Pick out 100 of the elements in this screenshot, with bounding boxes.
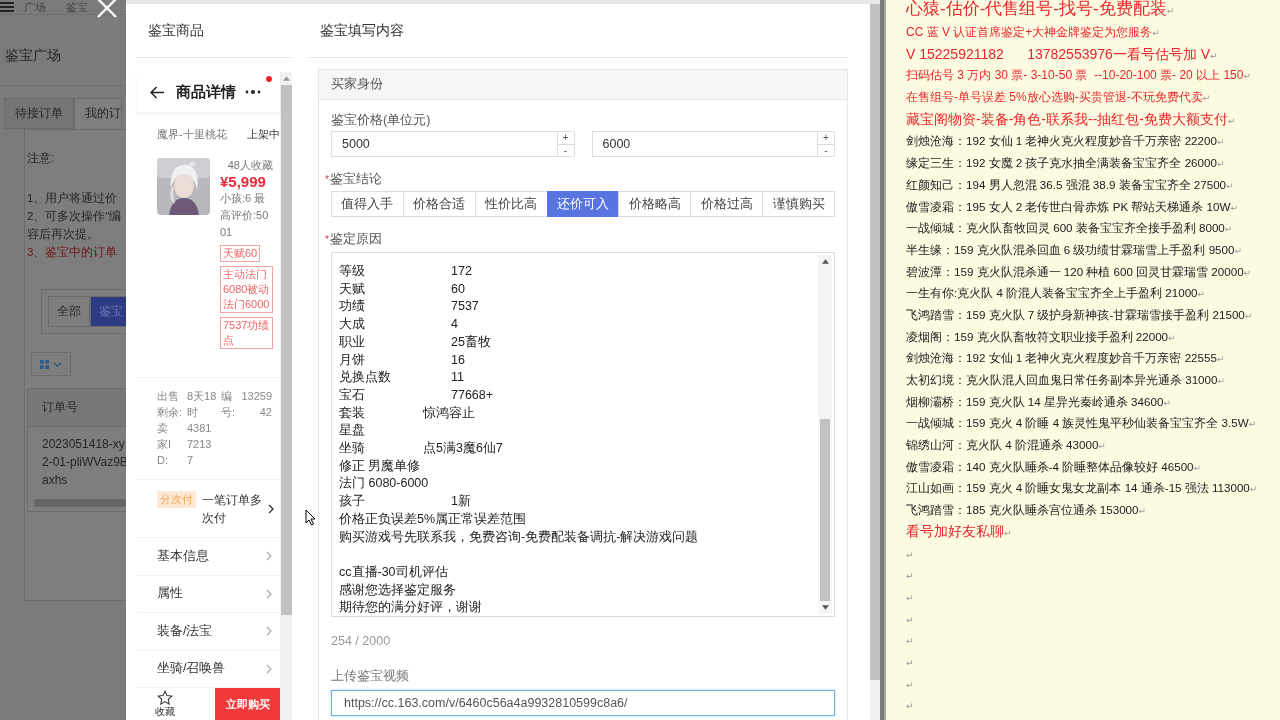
note-line: 红颜知己：194 男人忽混 36.5 强混 38.9 装备宝宝齐全 27500	[906, 177, 1227, 191]
text-line: 功绩 7537	[339, 298, 479, 316]
paragraph-mark: ↵	[1210, 50, 1218, 61]
panel-title: 鉴宝商品	[137, 4, 292, 58]
note-line: 傲雪凌霜：195 女人 2 老传世白骨赤炼 PK 帮站天梯通杀 10W	[906, 199, 1231, 213]
decrement-button[interactable]: -	[557, 144, 574, 157]
notice-text: 容后再次提。	[27, 227, 100, 242]
option-button[interactable]: 性价比高	[474, 191, 548, 217]
star-icon	[157, 690, 173, 706]
increment-button[interactable]: +	[557, 132, 574, 144]
tag: 天赋60	[220, 245, 261, 262]
paragraph-mark: ↵	[906, 701, 914, 712]
paragraph-mark: ↵	[1216, 159, 1225, 170]
note-line: 藏宝阁物资-装备-角色-联系我--抽红包-免费大额支付	[906, 110, 1228, 127]
notice-text: 2、可多次操作“编	[27, 209, 123, 224]
note-line: 剑烛沧海：192 女仙 1 老神火克火程度妙音千万亲密 22200	[906, 134, 1217, 148]
paragraph-mark: ↵	[1217, 376, 1225, 386]
caret-down-icon	[53, 359, 62, 369]
menu-icon[interactable]	[0, 2, 14, 12]
installment-row[interactable]: 分次付 一笔订单多次付	[137, 480, 280, 538]
note-line: 锦绣山河：克火队 4 阶混通杀 43000	[906, 438, 1099, 452]
paragraph-mark: ↵	[1244, 310, 1253, 321]
paragraph-mark: ↵	[906, 636, 914, 647]
note-line: 在售组号-单号误差 5%放心选购-买贵管退-不玩免费代卖	[906, 90, 1203, 105]
product-summary: 小孩:6 最高评价:5001	[220, 191, 270, 240]
url-input-field[interactable]: https://cc.163.com/v/6460c56a4a9932810599c8a6/	[331, 690, 835, 716]
note-line: 飞鸿踏雪：159 克火队 7 级护身新神孩-甘霖瑞雪接手盈利 21500	[906, 307, 1245, 321]
info-value: 1325942	[240, 389, 272, 420]
option-button[interactable]: 价格合适	[402, 191, 476, 217]
note-line: 一战倾城：克火队畜牧回灵 600 装备宝宝齐全接手盈利 8000	[906, 221, 1225, 235]
number-field[interactable]: 6000 + -	[591, 131, 835, 157]
scrollbar[interactable]	[280, 72, 292, 720]
note-line: 缘定三生：192 女魔 2 孩子克水抽全满装备宝宝齐全 26000	[906, 156, 1217, 170]
server-name: 魔界-十里桃花	[157, 126, 227, 142]
option-button[interactable]: 价格过高	[690, 191, 764, 217]
buy-now-button[interactable]: 立即购买	[215, 688, 280, 720]
grid-icon	[40, 359, 49, 369]
text-line: 套装 惊鸿容止	[339, 404, 475, 422]
tag: 主动法门6080被动法门6000	[220, 266, 273, 313]
chevron-right-icon	[266, 626, 272, 637]
option-button[interactable]: 价格略高	[618, 191, 692, 217]
close-icon[interactable]	[96, 0, 118, 19]
tab[interactable]: 我的订	[74, 98, 122, 129]
paragraph-mark: ↵	[1166, 6, 1175, 16]
paragraph-mark: ↵	[906, 614, 914, 625]
paragraph-mark: ↵	[1163, 397, 1171, 408]
text-line: 星盘	[339, 422, 365, 440]
text-line: 感谢您选择鉴定服务	[339, 581, 456, 599]
view-toggle-button[interactable]	[31, 352, 71, 376]
page-title: 鉴宝广场	[4, 47, 62, 65]
field-label: *鉴宝结论	[325, 171, 383, 187]
scrollbar[interactable]	[818, 255, 832, 614]
text-line: 坐骑 点5满3魔6仙7	[339, 440, 503, 458]
filter-button[interactable]: 全部	[48, 296, 90, 327]
paragraph-mark: ↵	[1197, 289, 1206, 300]
number-field[interactable]: 5000 + -	[331, 131, 575, 157]
favorite-button[interactable]: 收藏	[155, 688, 175, 720]
paragraph-mark: ↵	[1230, 202, 1238, 213]
paragraph-mark: ↵	[906, 571, 914, 582]
chevron-right-icon	[268, 503, 274, 514]
character-counter: 254 / 2000	[331, 634, 392, 650]
more-icon[interactable]	[245, 90, 261, 94]
chevron-right-icon	[266, 663, 272, 674]
paragraph-mark: ↵	[1216, 354, 1225, 365]
chevron-right-icon	[266, 551, 272, 562]
scrollbar[interactable]	[34, 499, 126, 507]
paragraph-mark: ↵	[1202, 93, 1211, 104]
reason-textarea[interactable]: 等级 172 天赋 60 功绩 7537 大成 4 职业 25畜牧 月饼 16 兑换点数 11 宝石 77668+ 套装 惊鸿容止 星盘 坐骑 点5满3魔6仙7 修正 男魔单修 法门 6080-6000 孩子 1新 价格正负误差5%属正常误差范围 购买游戏号先联系我，免费咨询-免费配装备调抗-解决游戏问题 cc直播-30司机评估 感谢您选择鉴定服务 期待您的满分好评，谢谢	[331, 252, 835, 617]
paragraph-mark: ↵	[1224, 224, 1233, 235]
note-line: 剑烛沧海：192 女仙 1 老神火克火程度妙音千万亲密 22555	[906, 351, 1217, 365]
price: ¥5,999	[220, 173, 267, 190]
scrollbar[interactable]	[870, 4, 880, 720]
tag: 7537功绩点	[220, 317, 273, 349]
note-line: 傲雪凌霜：140 克火队睡杀-4 阶睡整体品像较好 46500	[906, 459, 1194, 473]
paragraph-mark: ↵	[1243, 71, 1251, 82]
increment-button[interactable]: +	[818, 132, 834, 144]
note-line: 看号加好友私聊	[906, 522, 1004, 539]
scroll-down-icon[interactable]	[821, 605, 829, 610]
favorite-count: 48人收藏	[226, 158, 273, 173]
text-line: 等级 172	[339, 263, 472, 280]
paragraph-mark: ↵	[906, 592, 914, 603]
paragraph-mark: ↵	[1248, 419, 1257, 430]
note-line: 太初幻境：克火队混人回血鬼日常任务副本异光通杀 31000	[906, 373, 1218, 386]
text-line: 兑换点数 11	[339, 369, 464, 387]
text-line: 宝石 77668+	[339, 386, 494, 404]
back-arrow-icon[interactable]	[150, 85, 165, 99]
scroll-up-icon[interactable]	[821, 259, 829, 264]
note-line: 扫码估号 3 万内 30 票- 3-10-50 票 --10-20-100 票- 20 以上 150	[906, 68, 1244, 83]
paragraph-mark: ↵	[1226, 180, 1234, 191]
text-line: 价格正负误差5%属正常误差范围	[339, 510, 527, 528]
decrement-button[interactable]: -	[818, 144, 834, 157]
option-button[interactable]: 谨慎购买	[762, 191, 835, 217]
notice-title: 注意:	[27, 150, 56, 167]
text-line: cc直播-30司机评估	[339, 563, 448, 581]
info-value: 8天18时	[187, 389, 217, 420]
panel-title: 鉴宝填写内容	[308, 4, 848, 58]
section-header: 买家身份	[319, 70, 847, 100]
text-line: 月饼 16	[339, 351, 465, 369]
option-button[interactable]: 还价可入	[546, 191, 620, 217]
option-button[interactable]: 值得入手	[331, 191, 404, 217]
